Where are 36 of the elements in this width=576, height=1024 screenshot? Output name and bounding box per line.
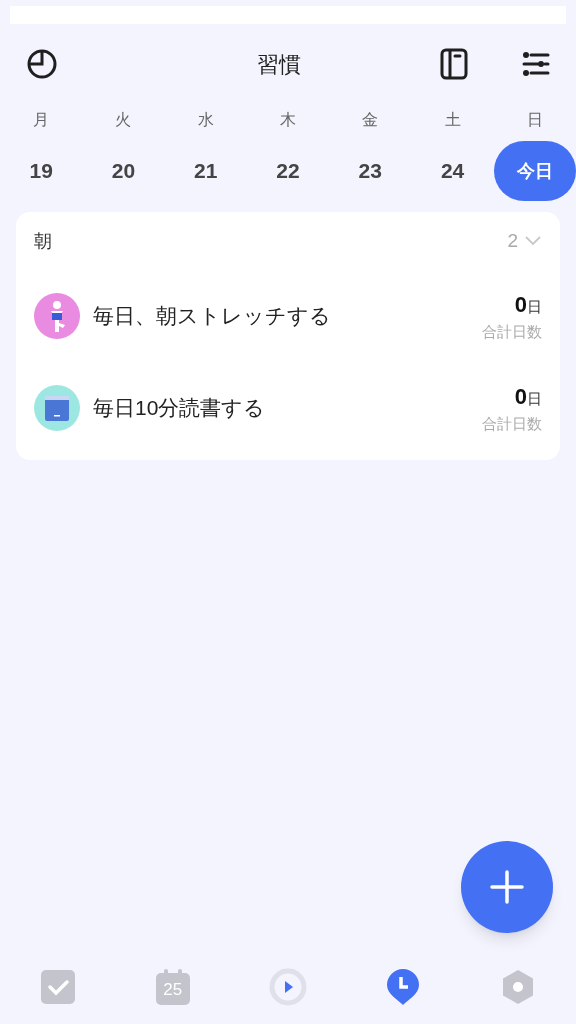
day-count: 0 — [514, 291, 527, 320]
date-button[interactable]: 今日 — [493, 141, 576, 201]
weekday-label: 水 — [197, 110, 214, 130]
date-button[interactable]: 21 — [170, 141, 241, 201]
date-button[interactable]: 19 — [6, 141, 77, 201]
date-button[interactable]: 22 — [253, 141, 323, 201]
weekday-label: 日 — [526, 110, 543, 130]
page-title: 習慣 — [257, 50, 301, 79]
date-button[interactable]: 20 — [88, 141, 159, 201]
checkbox-tab-icon[interactable] — [39, 969, 76, 1005]
book-icon — [34, 385, 80, 431]
day-unit: 日 — [527, 389, 542, 410]
weekday-label: 金 — [362, 110, 379, 130]
play-ring-icon[interactable] — [268, 967, 308, 1007]
date-button[interactable]: 24 — [417, 141, 488, 201]
clock-pin-icon[interactable] — [386, 968, 421, 1006]
habit-row[interactable]: 毎日、朝ストレッチする 0日 合計日数 — [16, 270, 560, 362]
weekday-label: 木 — [280, 110, 296, 130]
weekday-label: 土 — [444, 110, 461, 130]
section-title: 朝 — [34, 229, 53, 253]
weekday-label: 火 — [115, 110, 132, 130]
day-count: 0 — [514, 383, 527, 412]
total-days-caption: 合計日数 — [482, 322, 542, 343]
filter-sliders-icon[interactable] — [522, 50, 550, 78]
habit-name: 毎日、朝ストレッチする — [93, 303, 332, 330]
date-button[interactable]: 23 — [335, 141, 406, 201]
weekday-label: 月 — [33, 110, 50, 130]
habit-row[interactable]: 毎日10分読書する 0日 合計日数 — [16, 362, 560, 454]
habit-name: 毎日10分読書する — [93, 395, 267, 422]
total-days-caption: 合計日数 — [482, 414, 542, 435]
stretching-figure-icon — [34, 293, 80, 339]
plus-icon — [490, 870, 524, 904]
pie-chart-icon[interactable] — [26, 48, 58, 80]
panel-icon[interactable] — [440, 48, 468, 80]
day-unit: 日 — [527, 297, 542, 318]
habit-count: 2 — [507, 228, 518, 253]
